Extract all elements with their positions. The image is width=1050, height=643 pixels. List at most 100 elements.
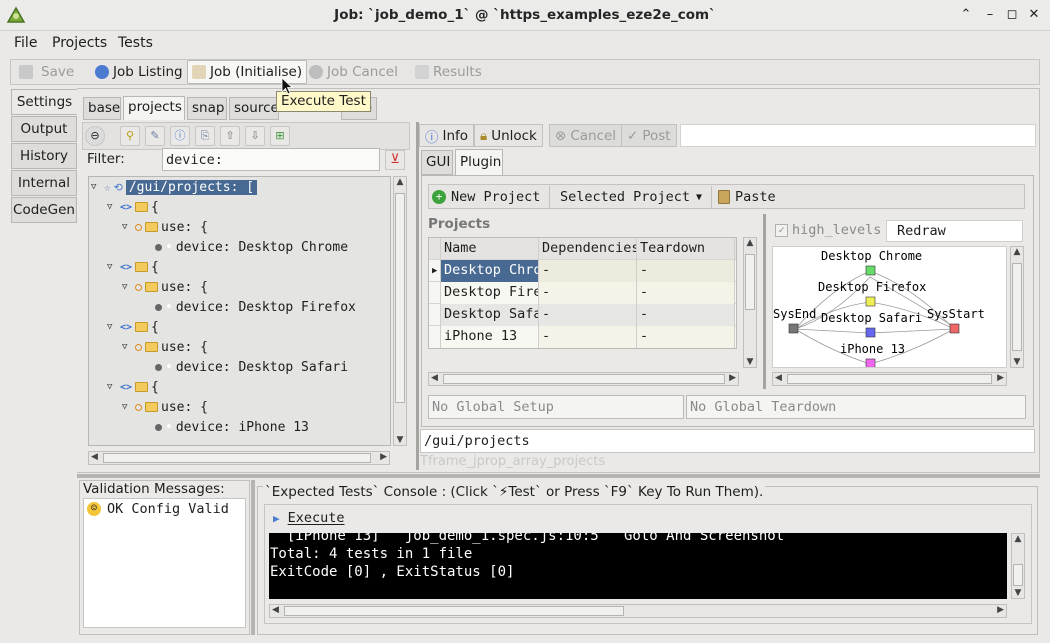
scroll-down-icon[interactable]: ▼ — [744, 357, 756, 367]
side-tab-internal[interactable]: Internal — [11, 170, 77, 196]
redraw-button[interactable]: Redraw — [886, 220, 1023, 242]
column-header-dependencies[interactable]: Dependencies — [539, 238, 637, 260]
tab-gui[interactable]: GUI — [421, 150, 453, 175]
table-row[interactable]: Desktop Firefox - - — [429, 282, 736, 304]
info-icon[interactable]: ⓘ — [170, 126, 190, 146]
grid-hscrollbar[interactable]: ◀ ▶ — [428, 372, 739, 386]
scroll-up-icon[interactable]: ▲ — [1012, 534, 1024, 544]
console-vscrollbar[interactable]: ▲ ▼ — [1011, 533, 1025, 599]
node-firefox[interactable] — [865, 296, 876, 307]
column-header-teardown[interactable]: Teardown — [637, 238, 735, 260]
console-hscrollbar[interactable]: ◀ ▶ — [269, 604, 1007, 618]
tree-row-use[interactable]: ▽ use: { — [89, 397, 390, 417]
tab-snap[interactable]: snap — [187, 97, 227, 120]
clear-filter-icon[interactable]: ⊻ — [385, 150, 405, 170]
column-header-name[interactable]: Name — [441, 238, 539, 260]
grid-vscrollbar[interactable]: ▲ ▼ — [743, 237, 757, 368]
menu-tests[interactable]: Tests — [118, 35, 153, 51]
copy-icon[interactable]: ⎘ — [195, 126, 215, 146]
global-teardown-field[interactable]: No Global Teardown — [686, 395, 1026, 419]
tree-row-item[interactable]: ▽ <> { — [89, 317, 390, 337]
collapse-icon[interactable]: ▽ — [122, 402, 132, 412]
save-button[interactable]: Save — [15, 60, 78, 84]
scroll-thumb[interactable] — [103, 453, 371, 463]
scroll-up-icon[interactable]: ▲ — [744, 238, 756, 248]
job-listing-button[interactable]: Job Listing — [91, 60, 187, 84]
paste-button[interactable]: Paste — [711, 186, 776, 208]
high-levels-checkbox[interactable]: ✓ high_levels — [775, 222, 881, 238]
project-deps-cell[interactable]: - — [539, 282, 637, 304]
scroll-left-icon[interactable]: ◀ — [91, 452, 98, 462]
collapse-icon[interactable]: ▽ — [122, 282, 132, 292]
new-project-button[interactable]: + New Project — [432, 186, 540, 208]
scroll-down-icon[interactable]: ▼ — [394, 435, 406, 445]
tree-hscrollbar[interactable]: ◀ ▶ — [88, 451, 390, 465]
collapse-icon[interactable]: ▽ — [107, 382, 117, 392]
path-field[interactable]: /gui/projects — [420, 429, 1035, 453]
collapse-icon[interactable]: ▽ — [107, 262, 117, 272]
collapse-icon[interactable]: ▽ — [91, 182, 101, 192]
scroll-down-icon[interactable]: ▼ — [1011, 357, 1023, 367]
scroll-up-icon[interactable]: ▲ — [1011, 247, 1023, 257]
tab-base[interactable]: base — [83, 97, 121, 120]
scroll-thumb[interactable] — [1013, 564, 1023, 586]
project-name-cell[interactable]: Desktop Chrome — [441, 260, 539, 282]
scroll-thumb[interactable] — [1012, 263, 1022, 351]
tree-row-device[interactable]: • device: iPhone 13 — [89, 417, 390, 437]
tree-row-item[interactable]: ▽ <> { — [89, 197, 390, 217]
scroll-right-icon[interactable]: ▶ — [729, 373, 736, 383]
post-button[interactable]: ✓ Post — [621, 124, 677, 147]
info-button[interactable]: ⓘ Info — [419, 124, 475, 147]
collapse-icon[interactable]: ▽ — [107, 202, 117, 212]
side-tab-history[interactable]: History — [11, 143, 77, 169]
table-row[interactable]: ▶ Desktop Chrome - - — [429, 260, 736, 282]
side-tab-codegen[interactable]: CodeGen — [11, 197, 77, 223]
grid-graph-splitter[interactable] — [763, 214, 766, 389]
project-deps-cell[interactable]: - — [539, 326, 637, 348]
scroll-right-icon[interactable]: ▶ — [380, 452, 387, 462]
unlock-button[interactable]: 🔒︎ Unlock — [474, 124, 543, 147]
selected-project-dropdown[interactable]: Selected Project ▼ — [549, 186, 702, 208]
scroll-right-icon[interactable]: ▶ — [997, 373, 1004, 383]
tree-row-root[interactable]: ▽ ☆ ⟲ /gui/projects: [ — [89, 177, 390, 197]
project-name-cell[interactable]: Desktop Safari — [441, 304, 539, 326]
tree-row-item[interactable]: ▽ <> { — [89, 257, 390, 277]
add-icon[interactable]: ⊞ — [270, 126, 290, 146]
project-teardown-cell[interactable]: - — [637, 282, 735, 304]
tree-row-use[interactable]: ▽ use: { — [89, 217, 390, 237]
scroll-left-icon[interactable]: ◀ — [775, 373, 782, 383]
scroll-thumb[interactable] — [395, 193, 405, 403]
collapse-icon[interactable]: ▽ — [122, 342, 132, 352]
tree-row-item[interactable]: ▽ <> { — [89, 377, 390, 397]
global-setup-field[interactable]: No Global Setup — [428, 395, 684, 419]
tree-row-device[interactable]: • device: Desktop Safari — [89, 357, 390, 377]
node-sysend[interactable] — [788, 323, 799, 334]
maximize-icon[interactable]: ◻ — [1003, 6, 1021, 24]
project-name-cell[interactable]: Desktop Firefox — [441, 282, 539, 304]
side-tab-settings[interactable]: Settings — [11, 89, 77, 115]
tab-source[interactable]: source — [229, 97, 279, 120]
node-sysstart[interactable] — [949, 323, 960, 334]
remove-icon[interactable]: ⊖ — [85, 126, 105, 146]
node-safari[interactable] — [865, 327, 876, 338]
link-icon[interactable]: ⚲ — [120, 126, 140, 146]
tree-row-use[interactable]: ▽ use: { — [89, 277, 390, 297]
side-tab-output[interactable]: Output — [11, 116, 77, 142]
move-up-icon[interactable]: ⇧ — [220, 126, 240, 146]
scroll-thumb[interactable] — [443, 374, 725, 384]
filter-input[interactable] — [162, 148, 380, 171]
tree-row-use[interactable]: ▽ use: { — [89, 337, 390, 357]
scroll-up-icon[interactable]: ▲ — [394, 177, 406, 187]
close-icon[interactable]: ✕ — [1025, 6, 1043, 24]
tab-plugin[interactable]: Plugin — [455, 149, 503, 176]
edit-icon[interactable]: ✎ — [145, 126, 165, 146]
tree-vscrollbar[interactable]: ▲ ▼ — [393, 176, 407, 446]
horizontal-splitter[interactable] — [77, 474, 1040, 478]
results-button[interactable]: Results — [411, 60, 486, 84]
table-row[interactable]: Desktop Safari - - — [429, 304, 736, 326]
scroll-left-icon[interactable]: ◀ — [272, 605, 279, 615]
collapse-icon[interactable]: ▽ — [107, 322, 117, 332]
menu-projects[interactable]: Projects — [52, 35, 107, 51]
scroll-thumb[interactable] — [787, 374, 992, 384]
chevron-up-icon[interactable]: ⌃ — [957, 6, 975, 24]
